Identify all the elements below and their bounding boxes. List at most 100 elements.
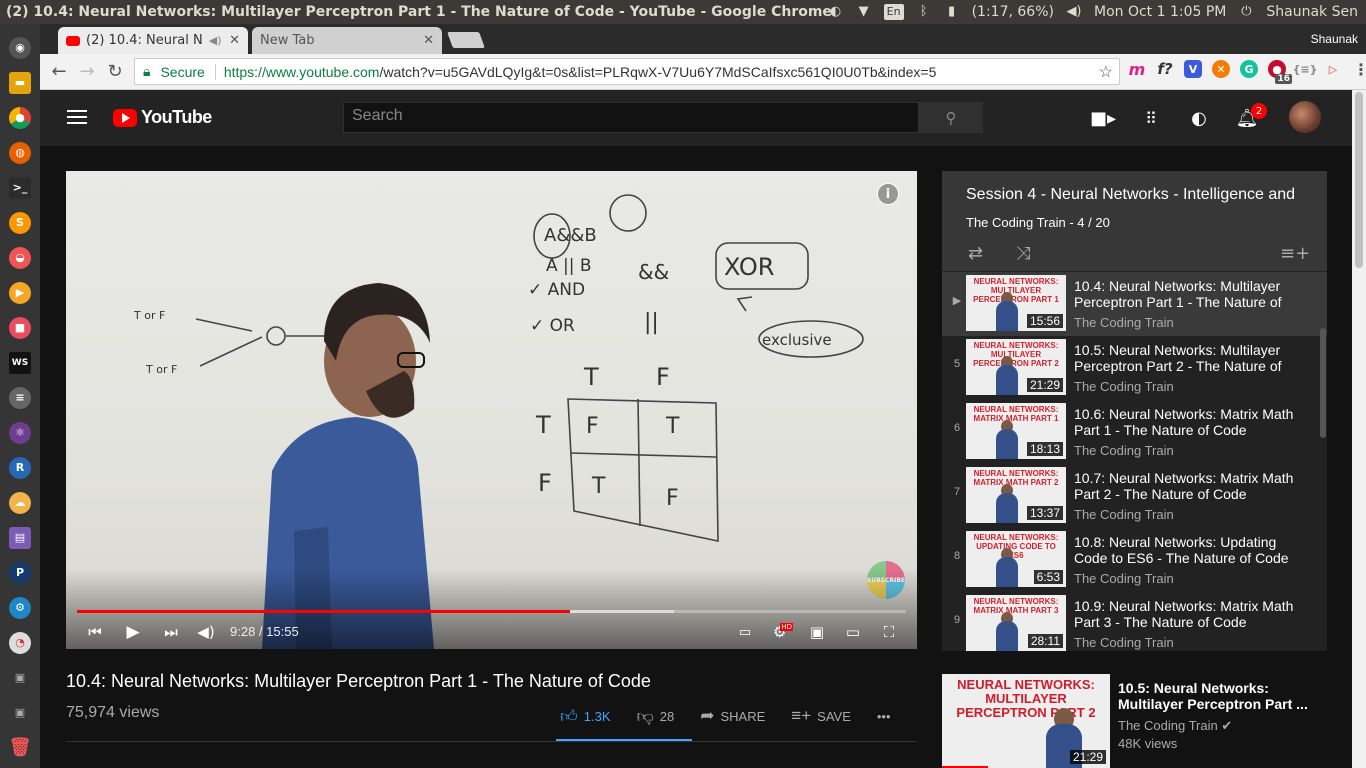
forward-icon[interactable]: → bbox=[76, 61, 98, 82]
playlist-thumbnail[interactable]: NEURAL NETWORKS: MULTILAYER PERCEPTRON P… bbox=[966, 339, 1066, 395]
webstorm-icon[interactable]: WS bbox=[9, 351, 31, 374]
battery-icon[interactable]: ▮ bbox=[944, 4, 960, 20]
playlist-item[interactable]: 5 NEURAL NETWORKS: MULTILAYER PERCEPTRON … bbox=[942, 336, 1327, 400]
bookmark-star-icon[interactable]: ☆ bbox=[1099, 62, 1113, 82]
url-text[interactable]: https://www.youtube.com/watch?v=u5GAVdLQ… bbox=[224, 64, 937, 80]
app-icon[interactable]: ■ bbox=[9, 316, 31, 339]
up-next-title[interactable]: 10.5: Neural Networks: Multilayer Percep… bbox=[1118, 680, 1323, 712]
settings-gear-icon[interactable]: ⚙ HD bbox=[770, 621, 796, 643]
clock[interactable]: Mon Oct 1 1:05 PM bbox=[1094, 4, 1226, 20]
search-input[interactable]: Search bbox=[343, 102, 919, 133]
extension-f-icon[interactable]: f? bbox=[1156, 60, 1174, 78]
playlist-item[interactable]: ▶ NEURAL NETWORKS: MULTILAYER PERCEPTRON … bbox=[942, 272, 1327, 336]
toggle-icon[interactable]: ◒ bbox=[9, 246, 31, 269]
tab-youtube[interactable]: (2) 10.4: Neural N ◀) ✕ bbox=[58, 27, 248, 54]
avatar[interactable] bbox=[1289, 101, 1321, 133]
playlist-item[interactable]: 8 NEURAL NETWORKS: UPDATING CODE TO ES6 6:… bbox=[942, 528, 1327, 592]
settings-icon[interactable]: ⚙ bbox=[9, 596, 31, 619]
playlist-item-channel[interactable]: The Coding Train bbox=[1074, 379, 1174, 394]
playlist-thumbnail[interactable]: NEURAL NETWORKS: UPDATING CODE TO ES6 6:5… bbox=[966, 531, 1066, 587]
files-icon[interactable]: ▬ bbox=[9, 71, 31, 94]
more-actions-button[interactable]: ••• bbox=[877, 709, 891, 724]
loop-icon[interactable]: ⇄ bbox=[968, 243, 983, 264]
weather-icon[interactable]: ☁ bbox=[9, 491, 31, 514]
new-tab-button[interactable] bbox=[447, 32, 485, 48]
progress-bar[interactable] bbox=[77, 610, 906, 613]
tab-audio-icon[interactable]: ◀) bbox=[209, 34, 222, 47]
chart-icon[interactable]: ◔ bbox=[9, 631, 31, 654]
video-player[interactable]: A&&B A || B ✓ AND ✓ OR && || XOR exclusi… bbox=[66, 171, 917, 649]
playlist-thumbnail[interactable]: NEURAL NETWORKS: MATRIX MATH PART 2 13:37 bbox=[966, 467, 1066, 523]
playlist-item-title[interactable]: 10.8: Neural Networks: Updating Code to … bbox=[1074, 534, 1304, 566]
playlist-item-channel[interactable]: The Coding Train bbox=[1074, 507, 1174, 522]
chrome-icon[interactable]: ● bbox=[9, 106, 31, 129]
play-icon[interactable]: ▶︎ bbox=[122, 621, 144, 643]
playlist-item-title[interactable]: 10.5: Neural Networks: Multilayer Percep… bbox=[1074, 342, 1304, 374]
extension-arrow-icon[interactable]: ▷ bbox=[1324, 60, 1342, 78]
dislike-button[interactable]: 👎︎ 28 bbox=[637, 706, 675, 727]
upload-video-icon[interactable]: ■▸ bbox=[1090, 106, 1116, 130]
playlist-item-channel[interactable]: The Coding Train bbox=[1074, 571, 1174, 586]
lock-icon[interactable]: 🔒︎ bbox=[143, 63, 150, 80]
playlist-scrollbar[interactable] bbox=[1320, 328, 1326, 438]
search-button[interactable]: ⚲ bbox=[919, 102, 983, 133]
playlist-title[interactable]: Session 4 - Neural Networks - Intelligen… bbox=[966, 186, 1296, 204]
bluetooth-icon[interactable]: ᛒ bbox=[916, 4, 932, 20]
database-icon[interactable]: ≡ bbox=[9, 386, 31, 409]
playlist-item[interactable]: 7 NEURAL NETWORKS: MATRIX MATH PART 2 13:3… bbox=[942, 464, 1327, 528]
terminal-icon[interactable]: >_ bbox=[9, 176, 31, 199]
extension-abp-icon[interactable]: ● 16 bbox=[1268, 60, 1292, 84]
sublime-icon[interactable]: S bbox=[9, 211, 31, 234]
menu-icon[interactable] bbox=[67, 110, 87, 124]
messages-icon[interactable]: ◐ bbox=[1187, 106, 1211, 130]
r-icon[interactable]: R bbox=[9, 456, 31, 479]
trash-icon[interactable]: 🗑 bbox=[9, 737, 32, 759]
next-icon[interactable]: ⏭︎ bbox=[160, 621, 182, 643]
volume-icon[interactable]: ◀) bbox=[194, 621, 218, 643]
document-icon[interactable]: ▤ bbox=[9, 526, 31, 549]
firefox-icon[interactable]: ◍ bbox=[9, 141, 31, 164]
atom-icon[interactable]: ⚛ bbox=[9, 421, 31, 444]
extension-ublock-icon[interactable]: ✕ bbox=[1212, 60, 1230, 78]
battery-text[interactable]: (1:17, 66%) bbox=[972, 4, 1054, 20]
back-icon[interactable]: ← bbox=[48, 61, 70, 82]
scrollbar-thumb[interactable] bbox=[1355, 92, 1363, 268]
share-button[interactable]: ➦ SHARE bbox=[700, 706, 765, 726]
shuffle-icon[interactable]: ⤨ bbox=[1016, 243, 1030, 264]
keyboard-layout[interactable]: En bbox=[883, 4, 904, 20]
drive-icon[interactable]: ▣ bbox=[9, 702, 31, 724]
secure-label[interactable]: Secure bbox=[160, 64, 204, 80]
extension-json-icon[interactable]: {≡} bbox=[1293, 60, 1318, 78]
player-icon[interactable]: ▶ bbox=[9, 281, 31, 304]
playlist-thumbnail[interactable]: NEURAL NETWORKS: MATRIX MATH PART 3 28:11 bbox=[966, 595, 1066, 651]
usb-icon[interactable]: ▣ bbox=[9, 667, 31, 689]
playlist-item-title[interactable]: 10.9: Neural Networks: Matrix Math Part … bbox=[1074, 598, 1304, 630]
extension-grammarly-icon[interactable]: G bbox=[1240, 60, 1258, 78]
playlist-item-channel[interactable]: The Coding Train bbox=[1074, 315, 1174, 330]
playlist-item-channel[interactable]: The Coding Train bbox=[1074, 443, 1174, 458]
like-button[interactable]: 👍︎ 1.3K bbox=[560, 706, 611, 727]
up-next-item[interactable]: NEURAL NETWORKS: MULTILAYER PERCEPTRON P… bbox=[942, 674, 1342, 768]
extension-m-icon[interactable]: m bbox=[1128, 60, 1146, 79]
subtitles-icon[interactable]: ▭ bbox=[734, 621, 756, 643]
address-bar[interactable]: 🔒︎ Secure https://www.youtube.com/watch?… bbox=[134, 58, 1120, 85]
page-scrollbar[interactable] bbox=[1352, 90, 1366, 768]
previous-icon[interactable]: ⏮︎ bbox=[84, 621, 106, 643]
ubuntu-icon[interactable]: ◉ bbox=[9, 36, 31, 59]
youtube-logo[interactable]: YouTube bbox=[113, 107, 212, 128]
volume-icon[interactable]: ◀) bbox=[1066, 4, 1082, 20]
power-icon[interactable]: ⏻ bbox=[1238, 4, 1254, 20]
playlist-item-channel[interactable]: The Coding Train bbox=[1074, 635, 1174, 650]
apps-icon[interactable]: ⠿ bbox=[1139, 106, 1163, 130]
profile-name[interactable]: Shaunak bbox=[1311, 32, 1358, 46]
up-next-thumbnail[interactable]: NEURAL NETWORKS: MULTILAYER PERCEPTRON P… bbox=[942, 674, 1110, 768]
sync-icon[interactable]: ◐ bbox=[828, 4, 844, 20]
menu-kebab-icon[interactable]: ⋮ bbox=[1352, 60, 1366, 79]
save-button[interactable]: ≡+ SAVE bbox=[791, 706, 851, 726]
theater-mode-icon[interactable]: ▭ bbox=[842, 621, 864, 643]
pycharm-icon[interactable]: P bbox=[9, 561, 31, 584]
close-tab-icon[interactable]: ✕ bbox=[229, 33, 240, 48]
close-tab-icon[interactable]: ✕ bbox=[423, 33, 434, 48]
tab-new-tab[interactable]: New Tab ✕ bbox=[252, 27, 442, 54]
up-next-channel[interactable]: The Coding Train ✔ bbox=[1118, 718, 1232, 734]
